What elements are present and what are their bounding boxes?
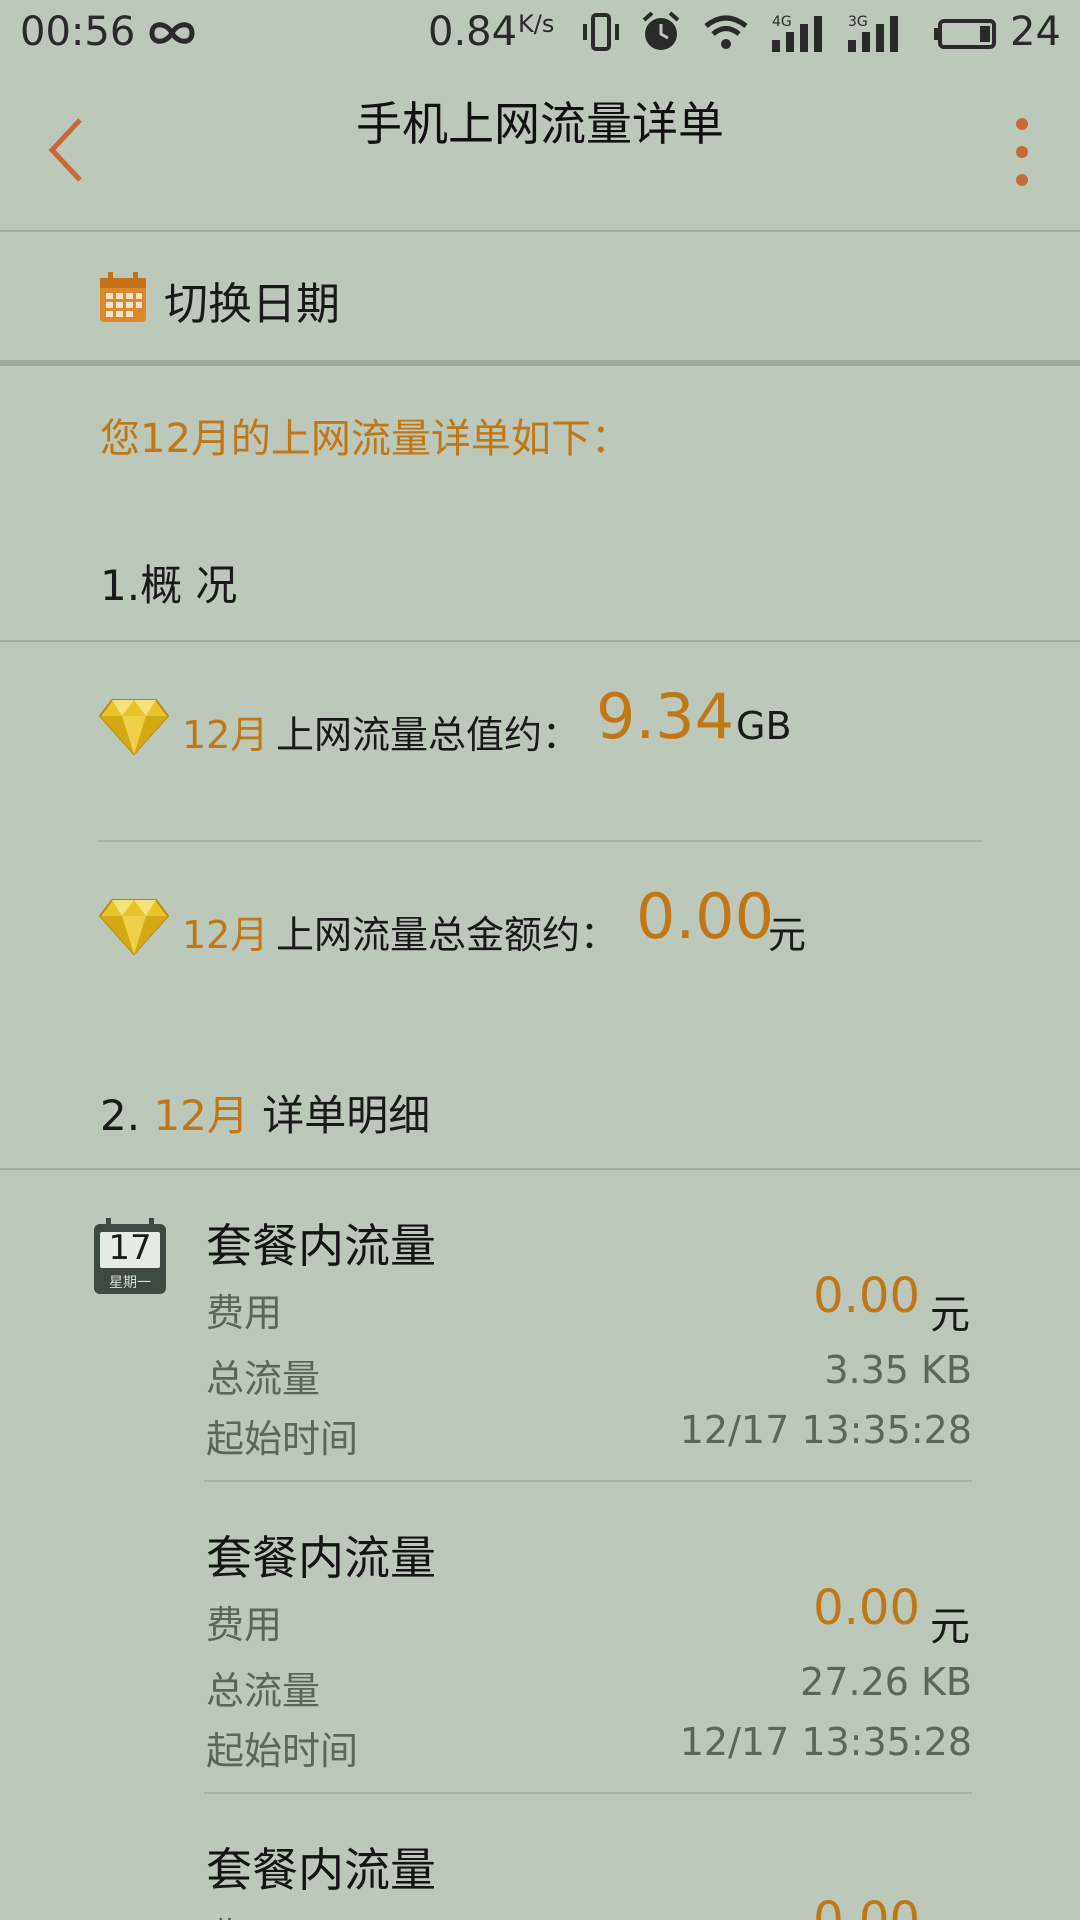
record-fee-unit: 元 (930, 1292, 970, 1338)
section2-prefix: 2. (100, 1091, 141, 1140)
signal-4g-icon (770, 14, 826, 58)
vibrate-icon (582, 12, 620, 56)
record-divider (204, 1480, 972, 1482)
date-switch-row[interactable]: 切换日期 (0, 232, 1080, 360)
date-switch-divider (0, 360, 1080, 366)
section2-month: 12月 (153, 1091, 249, 1140)
diamond-icon (98, 696, 170, 762)
record-fee-unit: 元 (930, 1604, 970, 1650)
record-fee-label: 费用 (206, 1603, 283, 1647)
network-speed-unit: K/s (518, 10, 555, 38)
alarm-icon (640, 10, 682, 58)
date-switch-label: 切换日期 (164, 279, 340, 330)
page-title: 手机上网流量详单 (356, 97, 724, 151)
summary-amount-row: 12月 上网流量总金额约： 0.00 元 (0, 860, 1080, 980)
record-divider (204, 1792, 972, 1794)
record-time: 12/17 13:35:28 (679, 1408, 972, 1452)
section2-label: 详单明细 (262, 1091, 431, 1140)
section2-title: 2. 12月 详单明细 (100, 1082, 430, 1143)
record-time: 12/17 13:35:28 (679, 1720, 972, 1764)
record-fee: 0.00 (813, 1580, 920, 1636)
record-title: 套餐内流量 (206, 1531, 436, 1585)
battery-level: 24 (1010, 9, 1061, 55)
record-traffic-label: 总流量 (206, 1357, 321, 1401)
wifi-icon (702, 12, 750, 56)
record-time-label: 起始时间 (206, 1729, 359, 1773)
section1-title: 1.概 况 (100, 561, 238, 610)
summary-unit: 元 (768, 913, 807, 957)
record-title: 套餐内流量 (206, 1219, 436, 1273)
app-header: 手机上网流量详单 (0, 66, 1080, 232)
section2-divider (0, 1168, 1080, 1170)
battery-icon (932, 18, 998, 54)
summary-divider (98, 840, 982, 842)
record-fee-label: 费用 (206, 1906, 282, 1920)
section1-divider (0, 640, 1080, 642)
infinity-icon (146, 16, 198, 54)
record-fee: 0.00 (813, 1268, 920, 1324)
summary-month: 12月 (182, 913, 269, 957)
intro-text: 您12月的上网流量详单如下： (100, 416, 631, 462)
record-time-label: 起始时间 (206, 1417, 359, 1461)
record-item[interactable]: 套餐内流量 费用 0.00 元 总流量 27.26 KB 起始时间 12/17 … (0, 1518, 1080, 1798)
diamond-icon (98, 896, 170, 962)
record-title: 套餐内流量 (206, 1843, 436, 1897)
record-item[interactable]: 套餐内流量 费用 0.00 元 (0, 1830, 1080, 1920)
record-fee-label: 费用 (206, 1291, 283, 1335)
record-fee: 0.00 (813, 1892, 920, 1920)
summary-traffic-value: 9.34 (596, 680, 735, 753)
record-traffic-label: 总流量 (206, 1669, 321, 1713)
calendar-icon (98, 272, 148, 328)
record-fee-unit: 元 (930, 1906, 970, 1920)
record-item[interactable]: 套餐内流量 费用 0.00 元 总流量 3.35 KB 起始时间 12/17 1… (0, 1206, 1080, 1486)
summary-label: 上网流量总值约： (276, 713, 581, 757)
signal-3g-icon (846, 14, 902, 58)
summary-month: 12月 (182, 713, 269, 757)
record-traffic: 27.26 KB (800, 1660, 972, 1704)
record-traffic: 3.35 KB (824, 1348, 972, 1392)
status-bar: 00:56 0.84 K/s 4G 3G 24 (0, 0, 1080, 66)
status-time: 00:56 (20, 9, 136, 55)
more-menu-icon[interactable] (1008, 114, 1036, 194)
summary-unit: GB (736, 704, 792, 748)
summary-label: 上网流量总金额约： (276, 913, 619, 957)
summary-amount-value: 0.00 (636, 880, 775, 953)
network-speed: 0.84 (428, 9, 518, 55)
summary-traffic-row: 12月 上网流量总值约： 9.34 GB (0, 660, 1080, 780)
